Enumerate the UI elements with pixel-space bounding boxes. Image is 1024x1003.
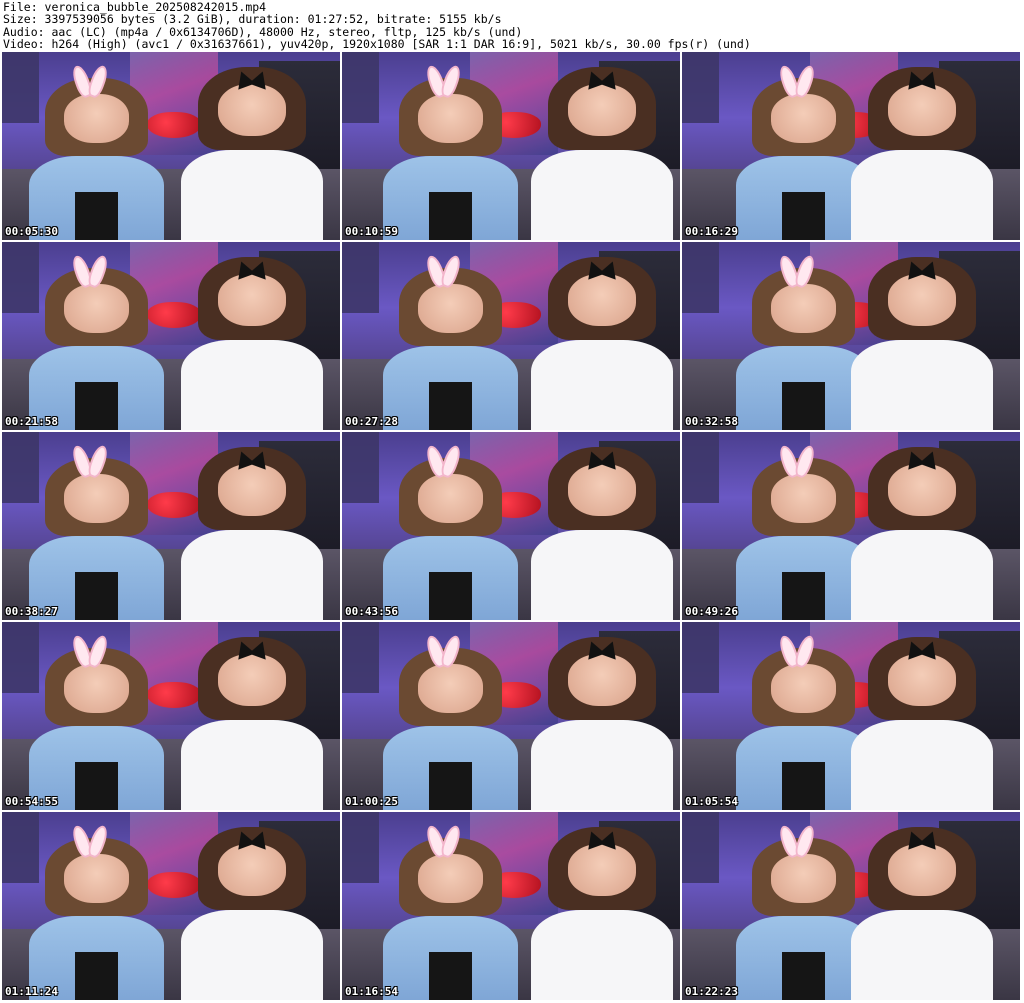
bunny-ears-icon xyxy=(75,255,105,284)
streamer-right xyxy=(181,257,324,430)
file-info-header: File: veronica_bubble_202508242015.mp4 S… xyxy=(3,1,1021,50)
cat-ears-icon xyxy=(905,831,939,845)
video-thumbnail: 01:11:24 xyxy=(2,812,340,1000)
bunny-ears-icon xyxy=(429,255,459,284)
streamer-right xyxy=(531,637,674,810)
streamer-right xyxy=(851,257,993,430)
streamer-right xyxy=(531,447,674,620)
file-size-line: Size: 3397539056 bytes (3.2 GiB), durati… xyxy=(3,12,502,27)
bunny-ears-icon xyxy=(75,635,105,664)
bunny-ears-icon xyxy=(782,635,812,664)
streamer-left xyxy=(382,838,518,1000)
streamer-right xyxy=(531,67,674,240)
timestamp-label: 00:32:58 xyxy=(685,415,738,428)
video-thumbnail: 01:16:54 xyxy=(342,812,680,1000)
streamer-right xyxy=(181,67,324,240)
streamer-right xyxy=(851,67,993,240)
timestamp-label: 00:21:58 xyxy=(5,415,58,428)
timestamp-label: 00:27:28 xyxy=(345,415,398,428)
video-thumbnail: 01:05:54 xyxy=(682,622,1020,810)
cat-ears-icon xyxy=(235,71,269,85)
timestamp-label: 01:22:23 xyxy=(685,985,738,998)
streamer-left xyxy=(382,648,518,810)
timestamp-label: 00:49:26 xyxy=(685,605,738,618)
timestamp-label: 01:11:24 xyxy=(5,985,58,998)
cat-ears-icon xyxy=(235,641,269,655)
streamer-right xyxy=(181,447,324,620)
thumbnail-grid: 00:05:30 00:10:59 00:16:29 00:21:58 00:27:28… xyxy=(2,52,1022,1001)
video-thumbnail: 00:05:30 xyxy=(2,52,340,240)
cat-ears-icon xyxy=(235,831,269,845)
timestamp-label: 00:43:56 xyxy=(345,605,398,618)
streamer-left xyxy=(382,458,518,620)
timestamp-label: 01:00:25 xyxy=(345,795,398,808)
streamer-right xyxy=(851,827,993,1000)
streamer-right xyxy=(531,257,674,430)
bunny-ears-icon xyxy=(429,825,459,854)
streamer-left xyxy=(29,458,165,620)
bunny-ears-icon xyxy=(782,445,812,474)
bunny-ears-icon xyxy=(782,255,812,284)
bunny-ears-icon xyxy=(75,65,105,94)
bunny-ears-icon xyxy=(75,445,105,474)
bunny-ears-icon xyxy=(782,65,812,94)
video-thumbnail: 00:49:26 xyxy=(682,432,1020,620)
cat-ears-icon xyxy=(905,261,939,275)
streamer-left xyxy=(382,78,518,240)
streamer-left xyxy=(29,838,165,1000)
streamer-left xyxy=(29,268,165,430)
video-thumbnail: 01:00:25 xyxy=(342,622,680,810)
timestamp-label: 00:16:29 xyxy=(685,225,738,238)
cat-ears-icon xyxy=(585,641,619,655)
timestamp-label: 00:05:30 xyxy=(5,225,58,238)
cat-ears-icon xyxy=(905,641,939,655)
timestamp-label: 00:10:59 xyxy=(345,225,398,238)
video-thumbnail: 00:54:55 xyxy=(2,622,340,810)
timestamp-label: 01:05:54 xyxy=(685,795,738,808)
video-thumbnail: 00:43:56 xyxy=(342,432,680,620)
timestamp-label: 00:54:55 xyxy=(5,795,58,808)
cat-ears-icon xyxy=(905,71,939,85)
video-thumbnail: 00:32:58 xyxy=(682,242,1020,430)
cat-ears-icon xyxy=(585,831,619,845)
video-thumbnail: 00:38:27 xyxy=(2,432,340,620)
cat-ears-icon xyxy=(235,261,269,275)
bunny-ears-icon xyxy=(429,445,459,474)
streamer-left xyxy=(29,78,165,240)
streamer-left xyxy=(382,268,518,430)
video-info-line: Video: h264 (High) (avc1 / 0x31637661), … xyxy=(3,36,751,51)
bunny-ears-icon xyxy=(782,825,812,854)
timestamp-label: 00:38:27 xyxy=(5,605,58,618)
cat-ears-icon xyxy=(585,451,619,465)
video-thumbnail: 00:16:29 xyxy=(682,52,1020,240)
streamer-right xyxy=(181,637,324,810)
cat-ears-icon xyxy=(235,451,269,465)
cat-ears-icon xyxy=(905,451,939,465)
cat-ears-icon xyxy=(585,261,619,275)
streamer-right xyxy=(851,637,993,810)
bunny-ears-icon xyxy=(429,635,459,664)
bunny-ears-icon xyxy=(75,825,105,854)
video-thumbnail: 00:10:59 xyxy=(342,52,680,240)
streamer-left xyxy=(29,648,165,810)
bunny-ears-icon xyxy=(429,65,459,94)
streamer-right xyxy=(181,827,324,1000)
streamer-right xyxy=(851,447,993,620)
video-thumbnail: 00:21:58 xyxy=(2,242,340,430)
video-thumbnail: 01:22:23 xyxy=(682,812,1020,1000)
cat-ears-icon xyxy=(585,71,619,85)
video-thumbnail: 00:27:28 xyxy=(342,242,680,430)
streamer-right xyxy=(531,827,674,1000)
timestamp-label: 01:16:54 xyxy=(345,985,398,998)
